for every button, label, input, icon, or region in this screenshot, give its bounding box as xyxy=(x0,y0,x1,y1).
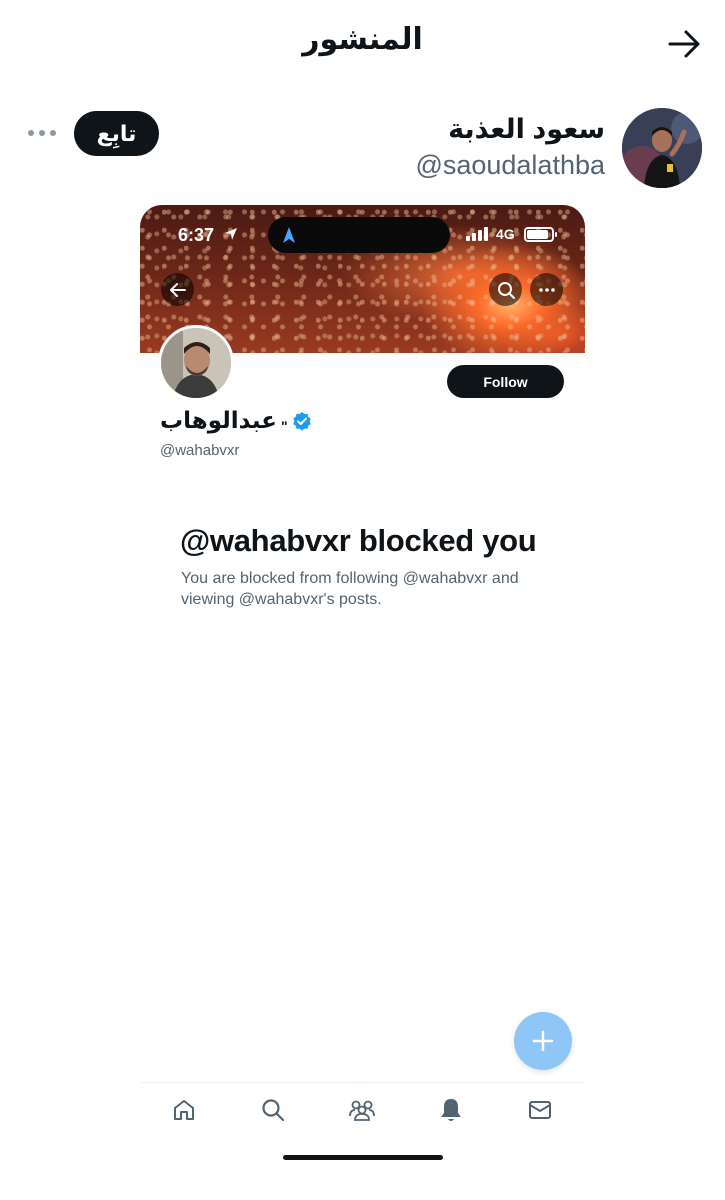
profile-handle: @wahabvxr xyxy=(160,442,240,459)
profile-avatar[interactable] xyxy=(158,325,234,401)
profile-search-button[interactable] xyxy=(489,273,522,306)
status-time: 6:37 xyxy=(178,225,215,245)
page-title: المنشور xyxy=(302,23,423,56)
tab-communities[interactable] xyxy=(347,1095,377,1125)
back-button[interactable] xyxy=(665,24,705,64)
blocked-title: @wahabvxr blocked you xyxy=(180,523,537,558)
communities-icon xyxy=(349,1100,375,1121)
arrow-left-icon xyxy=(169,282,186,297)
author-handle[interactable]: @saoudalathba xyxy=(415,150,605,181)
network-label: 4G xyxy=(496,226,515,242)
location-arrow-icon xyxy=(225,228,237,240)
profile-more-button[interactable] xyxy=(530,273,563,306)
blocked-description: You are blocked from following @wahabvxr… xyxy=(181,570,519,608)
arrow-right-icon xyxy=(668,30,700,58)
notifications-icon xyxy=(441,1099,461,1121)
more-horizontal-icon xyxy=(28,130,56,136)
profile-name-text: عبدالوهاب xyxy=(160,407,278,433)
profile-name: عبدالوهاب " xyxy=(160,407,312,434)
tab-home[interactable] xyxy=(169,1095,199,1125)
navigation-icon xyxy=(283,227,295,243)
tab-notifications[interactable] xyxy=(436,1095,466,1125)
follow-button[interactable]: تابِع xyxy=(74,111,159,156)
header: المنشور xyxy=(0,0,725,88)
home-indicator xyxy=(283,1155,443,1160)
battery-icon xyxy=(524,227,557,242)
verified-badge-icon xyxy=(292,411,311,431)
home-icon xyxy=(174,1100,194,1120)
search-icon xyxy=(497,281,515,299)
tab-messages[interactable] xyxy=(525,1095,555,1125)
plus-icon xyxy=(532,1030,554,1052)
more-horizontal-icon xyxy=(538,287,555,292)
messages-icon xyxy=(529,1101,551,1119)
referee-avatar-image xyxy=(622,108,702,188)
embedded-screenshot: 6:37 4G Follow عبدالوهاب " @wahabvxr @wa… xyxy=(140,205,585,1095)
bottom-tab-bar xyxy=(140,1082,585,1134)
more-options-button[interactable] xyxy=(24,118,60,148)
signal-icon xyxy=(466,227,488,241)
tab-search[interactable] xyxy=(258,1095,288,1125)
profile-avatar-image xyxy=(161,328,231,398)
profile-back-button[interactable] xyxy=(161,273,194,306)
dynamic-island xyxy=(268,217,450,253)
author-name[interactable]: سعود العذبة xyxy=(448,114,605,145)
author-avatar[interactable] xyxy=(622,108,702,188)
profile-name-suffix: " xyxy=(281,418,288,434)
profile-follow-button[interactable]: Follow xyxy=(447,365,564,398)
compose-button[interactable] xyxy=(514,1012,572,1070)
search-icon xyxy=(262,1099,285,1122)
